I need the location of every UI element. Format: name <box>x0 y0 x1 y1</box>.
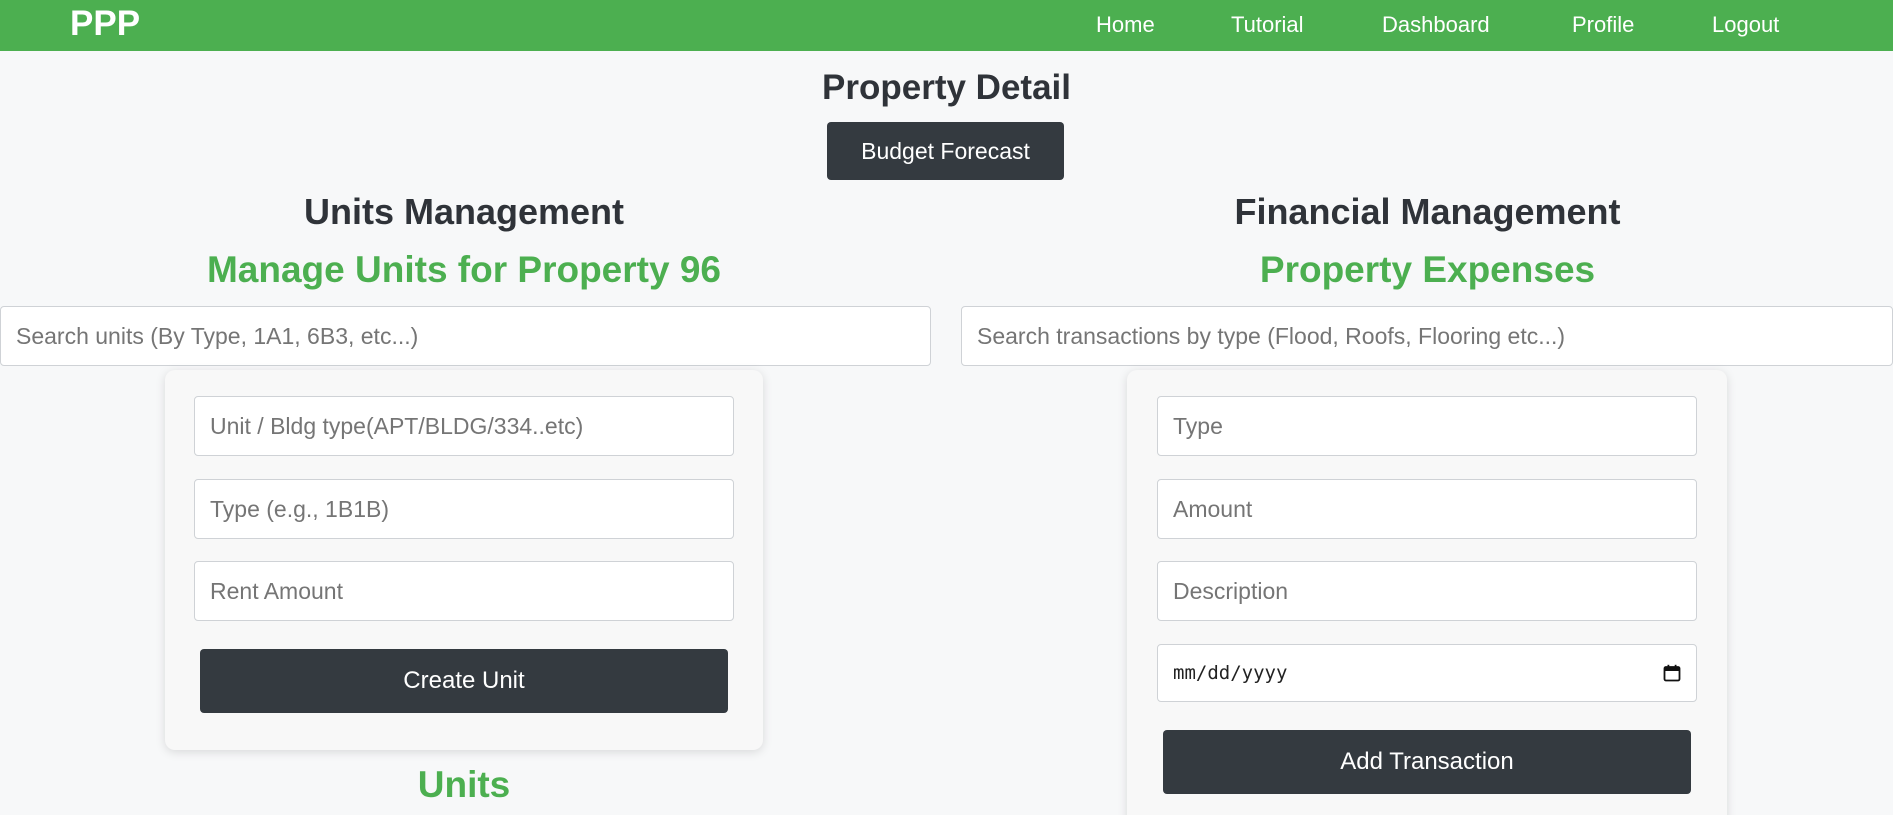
transaction-date-input[interactable]: mm/dd/yyyy <box>1157 644 1697 702</box>
transaction-type-input[interactable] <box>1157 396 1697 456</box>
calendar-icon[interactable] <box>1663 664 1681 682</box>
nav-link-tutorial[interactable]: Tutorial <box>1231 12 1304 38</box>
nav-link-logout[interactable]: Logout <box>1712 12 1779 38</box>
add-transaction-button[interactable]: Add Transaction <box>1163 730 1691 794</box>
units-search-input[interactable] <box>0 306 931 366</box>
units-subtitle: Manage Units for Property 96 <box>206 249 721 290</box>
top-navbar: PPP Home Tutorial Dashboard Profile Logo… <box>0 0 1893 51</box>
nav-link-profile[interactable]: Profile <box>1572 12 1634 38</box>
unit-type-input[interactable] <box>194 479 734 539</box>
rent-amount-input[interactable] <box>194 561 734 621</box>
brand-logo[interactable]: PPP <box>70 4 140 44</box>
transaction-description-input[interactable] <box>1157 561 1697 621</box>
transactions-search-input[interactable] <box>961 306 1893 366</box>
nav-link-dashboard[interactable]: Dashboard <box>1382 12 1490 38</box>
date-placeholder: mm/dd/yyyy <box>1173 662 1288 684</box>
create-unit-card: Create Unit <box>165 370 763 750</box>
property-expenses-subtitle: Property Expenses <box>1259 249 1596 290</box>
units-list-heading: Units <box>417 764 511 805</box>
create-unit-button[interactable]: Create Unit <box>200 649 728 713</box>
units-management-title: Units Management <box>303 191 625 232</box>
transaction-amount-input[interactable] <box>1157 479 1697 539</box>
budget-forecast-button[interactable]: Budget Forecast <box>827 122 1064 180</box>
financial-management-title: Financial Management <box>1234 191 1621 232</box>
add-transaction-card: mm/dd/yyyy Add Transaction <box>1127 370 1727 815</box>
nav-link-home[interactable]: Home <box>1096 12 1155 38</box>
page-title: Property Detail <box>822 68 1071 107</box>
unit-bldg-type-input[interactable] <box>194 396 734 456</box>
